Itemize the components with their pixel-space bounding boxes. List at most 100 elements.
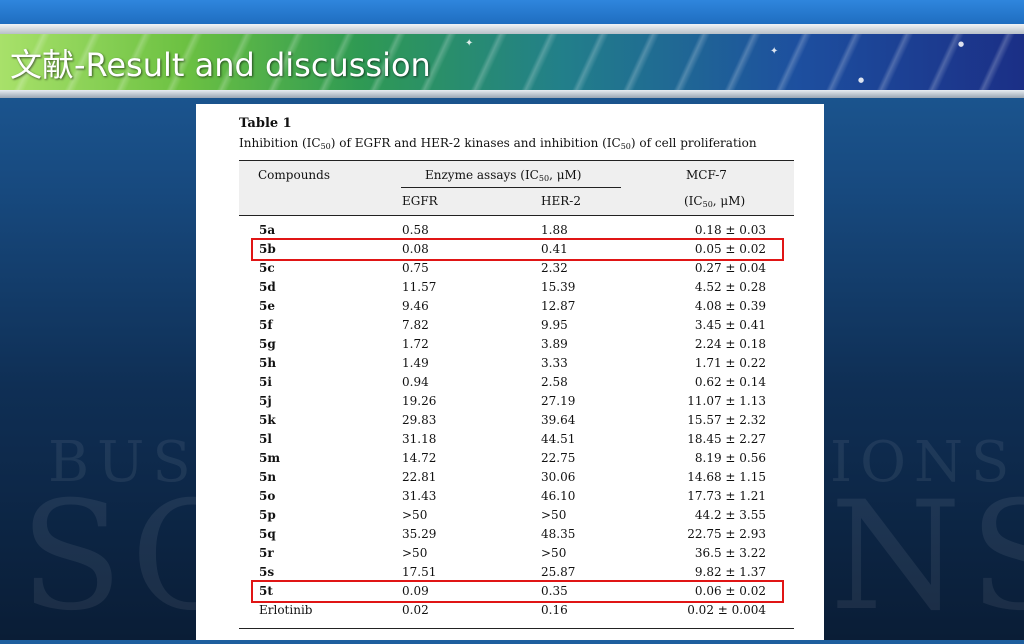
compound-cell: 5d xyxy=(259,280,276,294)
mcf7-cell: 9.82 ± 1.37 xyxy=(694,565,766,579)
mcf7-cell: 8.19 ± 0.56 xyxy=(694,451,766,465)
table-row: 5e 9.46 12.87 4.08 ± 0.39 xyxy=(239,298,794,317)
compound-cell: 5r xyxy=(259,546,274,560)
her2-cell: 2.32 xyxy=(541,261,568,275)
background-word: NS xyxy=(830,470,1024,644)
table-row: 5g 1.72 3.89 2.24 ± 0.18 xyxy=(239,336,794,355)
mcf7-cell: 0.18 ± 0.03 xyxy=(694,223,766,237)
compound-cell: 5p xyxy=(259,508,276,522)
sparkle-icon: ✦ xyxy=(770,46,779,57)
header-compounds: Compounds xyxy=(258,168,330,182)
mcf7-cell: 4.52 ± 0.28 xyxy=(694,280,766,294)
table-caption: Inhibition (IC50) of EGFR and HER-2 kina… xyxy=(239,136,757,151)
table-row: 5m 14.72 22.75 8.19 ± 0.56 xyxy=(239,450,794,469)
compound-cell: Erlotinib xyxy=(259,603,313,617)
mcf7-cell: 0.62 ± 0.14 xyxy=(694,375,766,389)
egfr-cell: 7.82 xyxy=(402,318,429,332)
mcf7-cell: 22.75 ± 2.93 xyxy=(687,527,766,541)
compound-cell: 5n xyxy=(259,470,277,484)
her2-cell: 2.58 xyxy=(541,375,568,389)
egfr-cell: 35.29 xyxy=(402,527,437,541)
egfr-cell: 22.81 xyxy=(402,470,437,484)
table-row: 5d 11.57 15.39 4.52 ± 0.28 xyxy=(239,279,794,298)
her2-cell: 39.64 xyxy=(541,413,576,427)
mcf7-cell: 1.71 ± 0.22 xyxy=(694,356,766,370)
sparkle-icon: ✦ xyxy=(465,38,474,49)
slide-title: 文献-Result and discussion xyxy=(10,46,431,84)
enzyme-group-rule xyxy=(401,187,621,188)
her2-cell: 0.16 xyxy=(541,603,568,617)
table-row: 5i 0.94 2.58 0.62 ± 0.14 xyxy=(239,374,794,393)
compound-cell: 5k xyxy=(259,413,276,427)
table-row: 5p >50 >50 44.2 ± 3.55 xyxy=(239,507,794,526)
title-banner: 文献-Result and discussion xyxy=(0,34,1024,90)
compound-cell: 5a xyxy=(259,223,276,237)
compound-cell: 5h xyxy=(259,356,277,370)
her2-cell: 22.75 xyxy=(541,451,576,465)
header-her2: HER-2 xyxy=(541,194,581,208)
compound-cell: 5c xyxy=(259,261,275,275)
compound-cell: 5f xyxy=(259,318,273,332)
egfr-cell: >50 xyxy=(402,508,428,522)
egfr-cell: >50 xyxy=(402,546,428,560)
egfr-cell: 0.94 xyxy=(402,375,429,389)
table-row: 5q 35.29 48.35 22.75 ± 2.93 xyxy=(239,526,794,545)
compound-cell: 5l xyxy=(259,432,272,446)
her2-cell: 30.06 xyxy=(541,470,576,484)
table-top-rule xyxy=(239,160,794,161)
table-header-rule xyxy=(239,215,794,216)
egfr-cell: 31.18 xyxy=(402,432,437,446)
mcf7-cell: 44.2 ± 3.55 xyxy=(694,508,766,522)
highlight-box xyxy=(251,238,784,261)
her2-cell: 46.10 xyxy=(541,489,576,503)
table-row: 5f 7.82 9.95 3.45 ± 0.41 xyxy=(239,317,794,336)
table-row: 5r >50 >50 36.5 ± 3.22 xyxy=(239,545,794,564)
compound-cell: 5j xyxy=(259,394,272,408)
table-label: Table 1 xyxy=(239,116,292,131)
her2-cell: 15.39 xyxy=(541,280,576,294)
egfr-cell: 0.58 xyxy=(402,223,429,237)
table-row: 5h 1.49 3.33 1.71 ± 0.22 xyxy=(239,355,794,374)
her2-cell: 48.35 xyxy=(541,527,576,541)
mcf7-cell: 2.24 ± 0.18 xyxy=(694,337,766,351)
highlight-box xyxy=(251,580,784,603)
header-egfr: EGFR xyxy=(402,194,438,208)
compound-cell: 5o xyxy=(259,489,276,503)
mcf7-cell: 36.5 ± 3.22 xyxy=(694,546,766,560)
egfr-cell: 0.75 xyxy=(402,261,429,275)
header-enzyme-assays: Enzyme assays (IC50, μM) xyxy=(425,168,582,183)
her2-cell: 12.87 xyxy=(541,299,576,313)
mcf7-cell: 11.07 ± 1.13 xyxy=(687,394,766,408)
her2-cell: 3.89 xyxy=(541,337,568,351)
her2-cell: >50 xyxy=(541,508,567,522)
compound-cell: 5i xyxy=(259,375,272,389)
her2-cell: 3.33 xyxy=(541,356,568,370)
mcf7-cell: 0.27 ± 0.04 xyxy=(694,261,766,275)
egfr-cell: 11.57 xyxy=(402,280,437,294)
egfr-cell: 17.51 xyxy=(402,565,437,579)
her2-cell: 44.51 xyxy=(541,432,576,446)
her2-cell: 27.19 xyxy=(541,394,576,408)
her2-cell: 25.87 xyxy=(541,565,576,579)
sparkle-icon: ● xyxy=(858,76,865,84)
table-row: 5o 31.43 46.10 17.73 ± 1.21 xyxy=(239,488,794,507)
compound-cell: 5g xyxy=(259,337,276,351)
mcf7-cell: 4.08 ± 0.39 xyxy=(694,299,766,313)
egfr-cell: 1.49 xyxy=(402,356,429,370)
her2-cell: 9.95 xyxy=(541,318,568,332)
egfr-cell: 29.83 xyxy=(402,413,437,427)
table-row: Erlotinib 0.02 0.16 0.02 ± 0.004 xyxy=(239,602,794,621)
mcf7-cell: 14.68 ± 1.15 xyxy=(687,470,766,484)
table-row: 5n 22.81 30.06 14.68 ± 1.15 xyxy=(239,469,794,488)
egfr-cell: 9.46 xyxy=(402,299,429,313)
egfr-cell: 0.02 xyxy=(402,603,429,617)
mcf7-cell: 3.45 ± 0.41 xyxy=(694,318,766,332)
compound-cell: 5m xyxy=(259,451,281,465)
mcf7-cell: 17.73 ± 1.21 xyxy=(687,489,766,503)
her2-cell: >50 xyxy=(541,546,567,560)
header-mcf7: MCF-7 xyxy=(686,168,727,182)
mcf7-cell: 15.57 ± 2.32 xyxy=(687,413,766,427)
top-strip xyxy=(0,0,1024,24)
silver-divider xyxy=(0,24,1024,34)
mcf7-cell: 18.45 ± 2.27 xyxy=(687,432,766,446)
